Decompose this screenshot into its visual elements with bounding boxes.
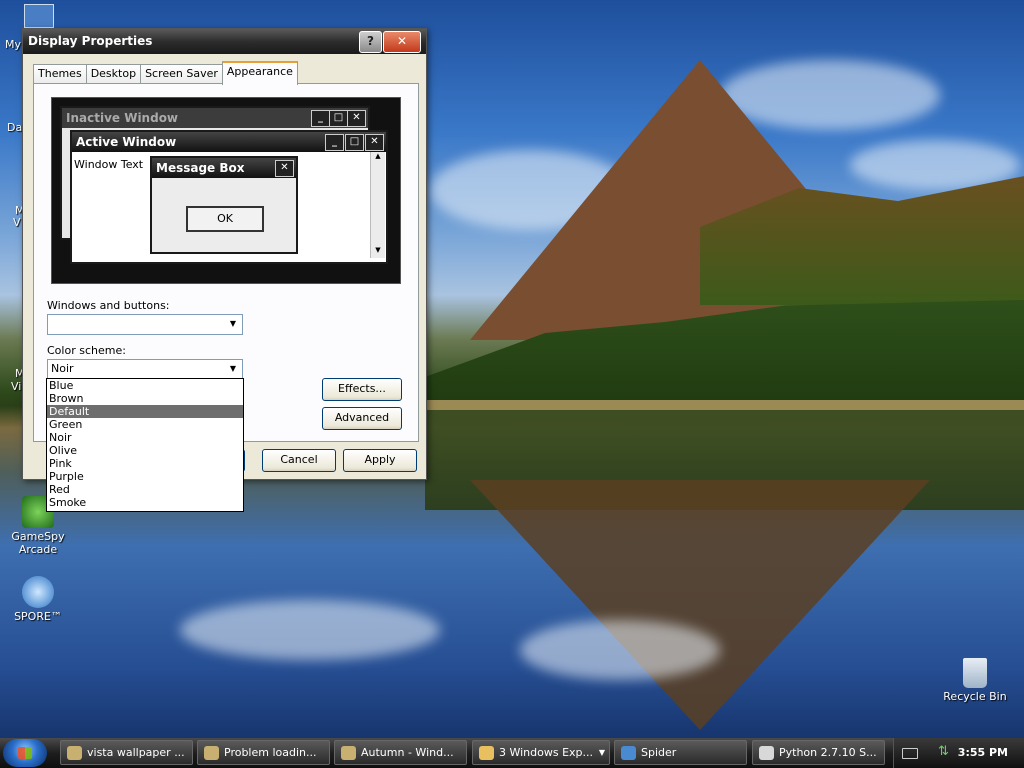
recycle-bin-icon <box>963 658 987 688</box>
color-scheme-select[interactable]: Noir ▼ <box>47 359 243 380</box>
windows-logo-icon <box>18 747 32 759</box>
keyboard-icon[interactable] <box>902 748 918 759</box>
browser-icon <box>67 746 82 760</box>
taskbar-item-windows-explorer-group[interactable]: 3 Windows Exp... ▼ <box>472 740 610 765</box>
taskbar: vista wallpaper ... Problem loadin... Au… <box>0 738 1024 768</box>
color-scheme-label: Color scheme: <box>47 344 126 357</box>
windows-buttons-label: Windows and buttons: <box>47 299 170 312</box>
chevron-down-icon: ▼ <box>598 748 605 757</box>
color-scheme-dropdown-list: Blue Brown Default Green Noir Olive Pink… <box>46 378 244 512</box>
color-scheme-option-smoke[interactable]: Smoke <box>47 496 243 509</box>
appearance-preview: Inactive Window _ □ ✕ Active Window _ □ … <box>51 97 401 284</box>
close-icon: ✕ <box>347 110 366 127</box>
preview-scrollbar: ▲ ▼ <box>370 152 385 258</box>
browser-icon <box>204 746 219 760</box>
taskbar-item-python[interactable]: Python 2.7.10 S... <box>752 740 885 765</box>
tab-appearance[interactable]: Appearance <box>221 61 298 85</box>
color-scheme-option-default[interactable]: Default <box>47 405 243 418</box>
spider-solitaire-icon <box>621 746 636 760</box>
tab-screen-saver[interactable]: Screen Saver <box>140 64 223 84</box>
minimize-icon: _ <box>325 134 344 151</box>
close-icon: ✕ <box>365 134 384 151</box>
color-scheme-option-purple[interactable]: Purple <box>47 470 243 483</box>
chevron-down-icon: ▼ <box>229 319 237 328</box>
color-scheme-option-brown[interactable]: Brown <box>47 392 243 405</box>
tab-themes[interactable]: Themes <box>33 64 87 84</box>
active-window-title: Active Window _ □ ✕ <box>72 132 386 152</box>
advanced-button[interactable]: Advanced <box>322 407 402 430</box>
taskbar-item-problem-loading[interactable]: Problem loadin... <box>197 740 330 765</box>
taskbar-item-spider[interactable]: Spider <box>614 740 747 765</box>
maximize-icon: □ <box>329 110 348 127</box>
inactive-window-title: Inactive Window _ □ ✕ <box>62 108 368 128</box>
maximize-icon: □ <box>345 134 364 151</box>
close-button[interactable]: ✕ <box>383 31 421 53</box>
apply-button[interactable]: Apply <box>343 449 417 472</box>
windows-buttons-select[interactable]: ▼ <box>47 314 243 335</box>
spore-icon <box>22 576 54 608</box>
color-scheme-option-pink[interactable]: Pink <box>47 457 243 470</box>
chevron-down-icon: ▼ <box>229 364 237 373</box>
color-scheme-option-red[interactable]: Red <box>47 483 243 496</box>
taskbar-item-vista-wallpaper[interactable]: vista wallpaper ... <box>60 740 193 765</box>
tab-strip: Themes Desktop Screen Saver Appearance <box>33 61 298 85</box>
help-button[interactable]: ? <box>359 31 382 53</box>
color-scheme-option-olive[interactable]: Olive <box>47 444 243 457</box>
taskbar-item-autumn-wind[interactable]: Autumn - Wind... <box>334 740 467 765</box>
desktop-icon-spore[interactable]: SPORE™ <box>3 576 73 623</box>
window-title: Display Properties <box>28 34 153 48</box>
minimize-icon: _ <box>311 110 330 127</box>
scroll-down-icon: ▼ <box>375 246 381 254</box>
clock[interactable]: 3:55 PM <box>958 746 1008 759</box>
message-box-title: Message Box ✕ <box>152 158 296 178</box>
message-box-ok-button: OK <box>186 206 264 232</box>
cancel-button[interactable]: Cancel <box>262 449 336 472</box>
window-text-sample: Window Text <box>74 158 144 171</box>
python-icon <box>759 746 774 760</box>
color-scheme-option-blue[interactable]: Blue <box>47 379 243 392</box>
color-scheme-option-noir[interactable]: Noir <box>47 431 243 444</box>
preview-message-box: Message Box ✕ OK <box>150 156 298 254</box>
close-icon: ✕ <box>275 160 294 177</box>
effects-button[interactable]: Effects... <box>322 378 402 401</box>
folder-icon <box>479 746 494 760</box>
my-computer-icon[interactable] <box>24 4 54 28</box>
window-titlebar[interactable]: Display Properties ? ✕ <box>23 29 426 54</box>
tab-desktop[interactable]: Desktop <box>85 64 142 84</box>
browser-icon <box>341 746 356 760</box>
scroll-up-icon: ▲ <box>375 152 381 160</box>
color-scheme-option-green[interactable]: Green <box>47 418 243 431</box>
system-tray: ⇅ 3:55 PM <box>893 738 1024 768</box>
desktop-icon-recycle-bin[interactable]: Recycle Bin <box>940 658 1010 703</box>
start-button[interactable] <box>3 739 47 767</box>
network-icon[interactable]: ⇅ <box>938 745 952 759</box>
